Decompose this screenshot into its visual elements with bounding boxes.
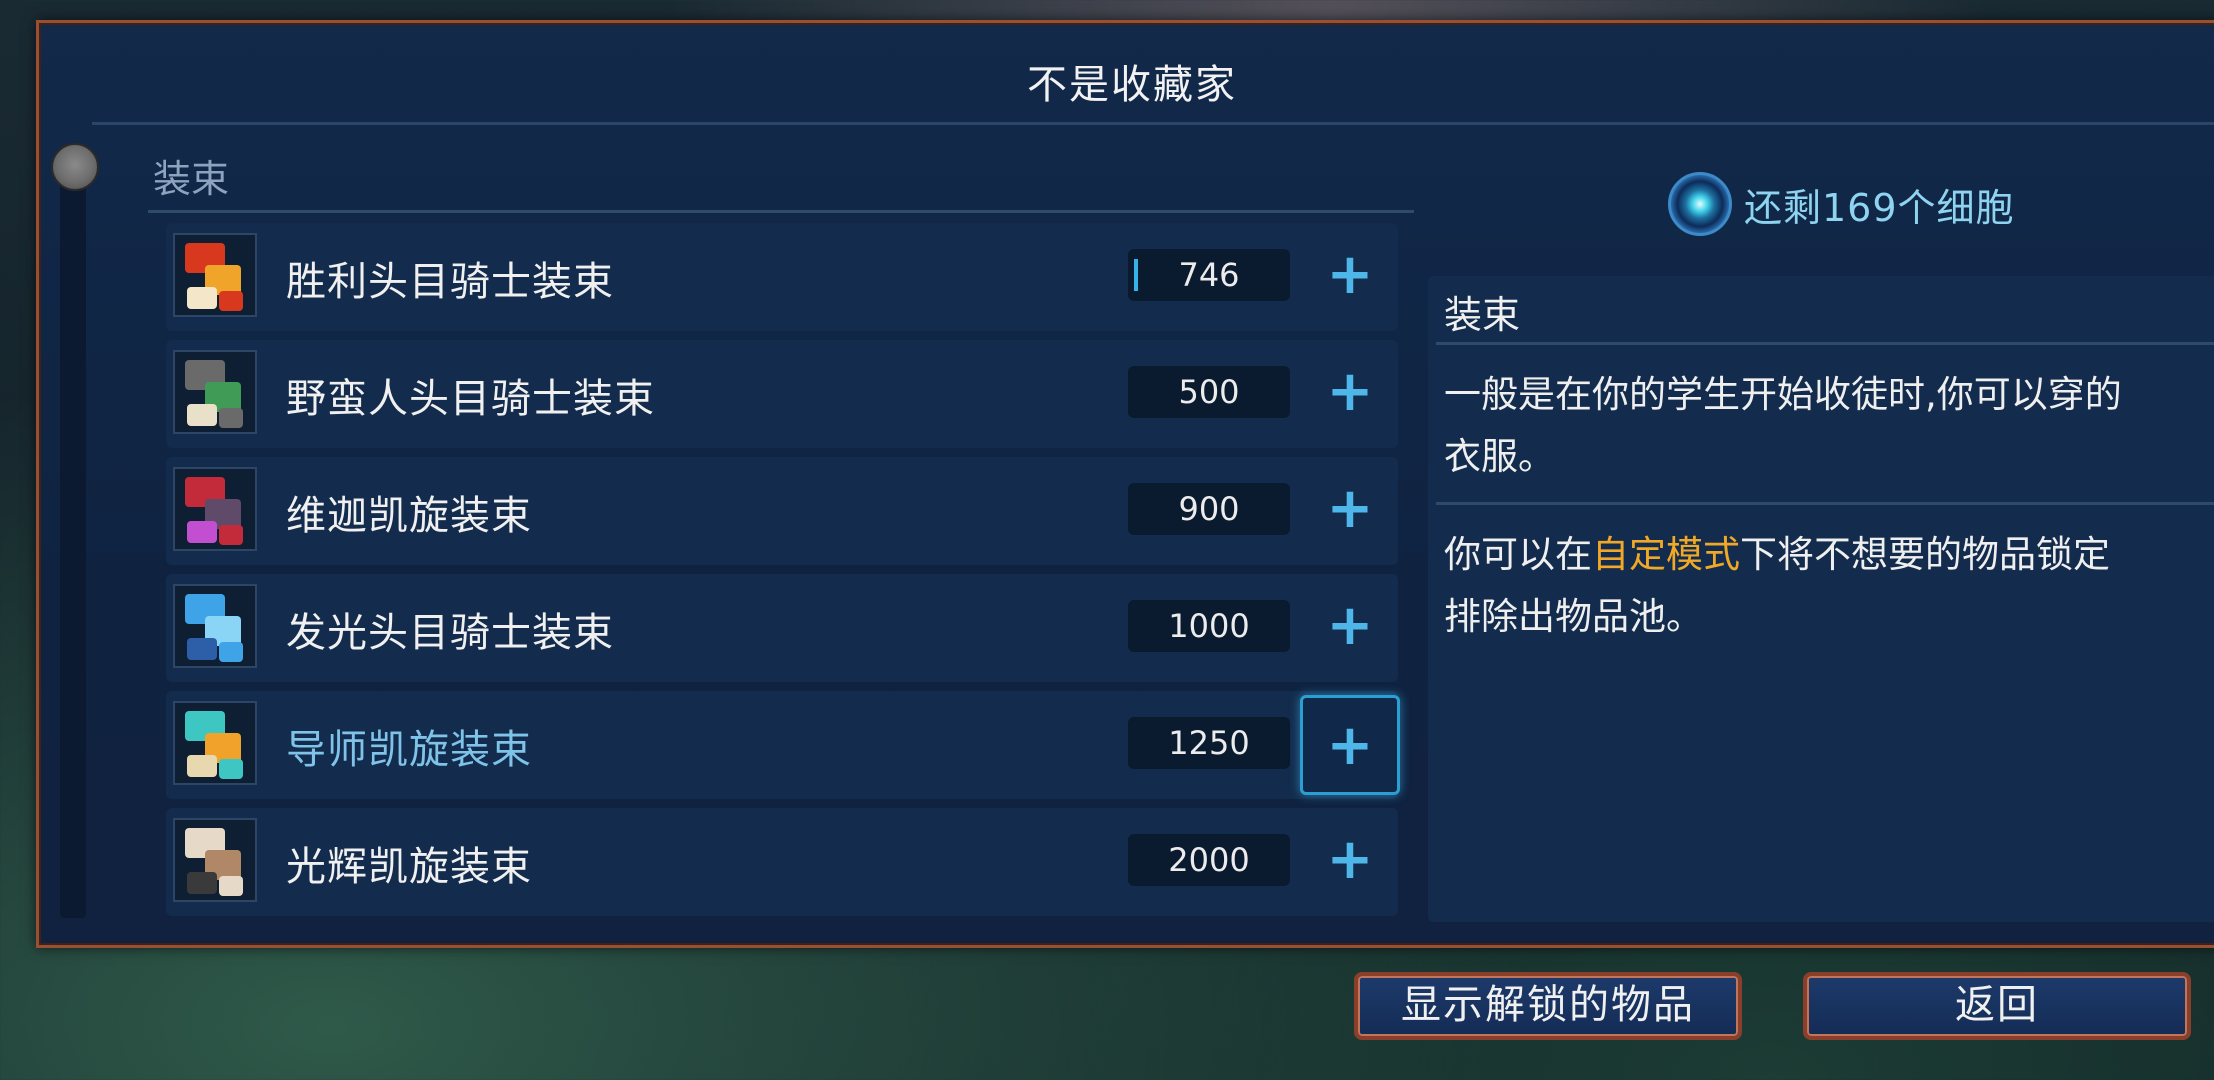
item-name: 胜利头目骑士装束: [286, 259, 614, 305]
cell-cost: 500: [1128, 366, 1290, 418]
cells-remaining: 还剩169个细胞: [1744, 185, 2015, 230]
vega-outfit-icon: [173, 467, 257, 551]
description-divider: [1436, 502, 2214, 505]
hint-text: 下将不想要的物品锁定: [1740, 533, 2110, 576]
description-line: 一般是在你的学生开始收徒时,你可以穿的: [1444, 373, 2122, 416]
cell-cost: 1250: [1128, 717, 1290, 769]
cost-value: 900: [1178, 490, 1240, 528]
cost-value: 500: [1178, 373, 1240, 411]
cell-counter: 还剩169个细胞: [1668, 166, 2015, 242]
description-divider: [1436, 342, 2214, 345]
list-item[interactable]: 光辉凯旋装束 2000 +: [166, 808, 1398, 916]
invest-plus-button[interactable]: +: [1300, 227, 1400, 327]
description-title: 装束: [1444, 293, 1521, 337]
invest-plus-button[interactable]: +: [1300, 461, 1400, 561]
cost-value: 1250: [1168, 724, 1250, 762]
hint-text: 你可以在: [1444, 533, 1592, 576]
description-line: 衣服。: [1444, 435, 1555, 478]
item-name: 发光头目骑士装束: [286, 610, 614, 656]
item-name: 野蛮人头目骑士装束: [286, 376, 655, 422]
category-label: 装束: [153, 157, 230, 201]
radiant-outfit-icon: [173, 818, 257, 902]
invest-plus-button[interactable]: +: [1300, 344, 1400, 444]
category-divider: [148, 210, 1414, 213]
list-item[interactable]: 导师凯旋装束 1250 +: [166, 691, 1400, 799]
scrollbar-thumb[interactable]: [51, 143, 99, 191]
show-unlocked-button[interactable]: 显示解锁的物品: [1354, 972, 1742, 1040]
glowing-outfit-icon: [173, 584, 257, 668]
cost-value: 1000: [1168, 607, 1250, 645]
custom-mode-link: 自定模式: [1592, 533, 1740, 576]
list-item[interactable]: 维迦凯旋装束 900 +: [166, 457, 1398, 565]
invest-plus-button[interactable]: +: [1300, 695, 1400, 795]
scrollbar-track[interactable]: [60, 148, 86, 918]
mentor-outfit-icon: [173, 701, 257, 785]
cell-cost: 746: [1128, 249, 1290, 301]
barbarian-outfit-icon: [173, 350, 257, 434]
list-item[interactable]: 发光头目骑士装束 1000 +: [166, 574, 1398, 682]
back-button[interactable]: 返回: [1803, 972, 2191, 1040]
list-item[interactable]: 胜利头目骑士装束 746 +: [166, 223, 1398, 331]
cell-cost: 1000: [1128, 600, 1290, 652]
description-text: 一般是在你的学生开始收徒时,你可以穿的 衣服。: [1444, 364, 2214, 488]
invest-plus-button[interactable]: +: [1300, 812, 1400, 912]
description-line: 你可以在自定模式下将不想要的物品锁定: [1444, 524, 2214, 586]
knight-outfit-icon: [173, 233, 257, 317]
description-line: 排除出物品池。: [1444, 595, 1703, 638]
cell-icon: [1668, 172, 1732, 236]
item-name: 光辉凯旋装束: [286, 844, 532, 890]
invest-plus-button[interactable]: +: [1300, 578, 1400, 678]
list-item[interactable]: 野蛮人头目骑士装束 500 +: [166, 340, 1398, 448]
page-title: 不是收藏家: [1027, 62, 1237, 108]
item-name: 导师凯旋装束: [286, 727, 532, 773]
cost-value: 2000: [1168, 841, 1250, 879]
title-divider: [92, 122, 2214, 125]
cell-cost: 900: [1128, 483, 1290, 535]
cell-cost: 2000: [1128, 834, 1290, 886]
item-name: 维迦凯旋装束: [286, 493, 532, 539]
description-hint: 你可以在自定模式下将不想要的物品锁定 排除出物品池。: [1444, 524, 2214, 648]
cost-value: 746: [1178, 256, 1240, 294]
investment-progress: [1134, 259, 1138, 291]
